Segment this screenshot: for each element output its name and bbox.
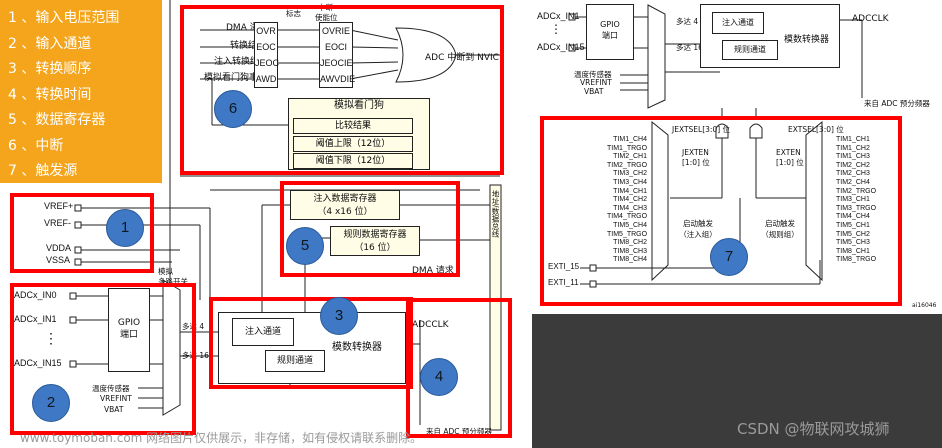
legend-item-conversion-order: 3 、转换顺序	[8, 61, 92, 77]
watermark-text: www.toymoban.com 网络图片仅供展示，非存储，如有侵权请联系删除。	[20, 431, 423, 445]
legend-item-input-channels: 2 、输入通道	[8, 35, 92, 52]
overview-vrefint: VREFINT	[580, 78, 612, 87]
overview-converter-title: 模数转换器	[784, 35, 830, 45]
figure-id-label: ai16046	[912, 302, 937, 309]
legend-item-trigger-source: 7 、触发源	[8, 163, 78, 179]
overview-adcclk: ADCCLK	[852, 14, 889, 24]
legend-panel: 1 、输入电压范围 2 、输入通道 3 、转换顺序 4 、转换时间 5 、数据寄…	[0, 0, 162, 183]
overview-adcx-in15: ADCx_IN15	[537, 42, 585, 52]
badge-7: 7	[710, 238, 748, 276]
legend-item-conversion-time: 4 、转换时间	[8, 86, 92, 103]
overview-up-to-4: 多达 4	[676, 17, 699, 26]
legend-item-interrupts: 6 、中断	[8, 137, 64, 154]
overview-gpio-box: GPIO 端口	[586, 4, 634, 60]
badge-5: 5	[286, 227, 324, 265]
zone-trigger-source	[540, 116, 902, 306]
legend-item-voltage-range: 1 、输入电压范围	[8, 10, 120, 26]
badge-4: 4	[420, 358, 458, 396]
overview-vbat: VBAT	[584, 87, 604, 96]
overview-injected-channel: 注入通道	[712, 12, 764, 34]
overview-up-to-16: 多达 16	[676, 43, 703, 52]
badge-2: 2	[32, 384, 70, 422]
overview-gpio-port-label: 端口	[602, 31, 618, 40]
overview-adcx-in1: ADCx_IN1	[537, 11, 580, 21]
overview-ellipsis: ⋮	[550, 22, 562, 36]
badge-6: 6	[214, 90, 252, 128]
address-data-bus-label: 地址/数据总线	[491, 190, 500, 238]
overview-gpio-label: GPIO	[600, 20, 620, 29]
legend-item-data-registers: 5 、数据寄存器	[8, 112, 106, 128]
zone-conversion-order	[209, 297, 413, 389]
overview-regular-channel: 规则通道	[722, 40, 778, 60]
badge-1: 1	[106, 209, 144, 247]
csdn-credit: CSDN @物联网攻城狮	[737, 420, 890, 438]
overview-prescaler: 来自 ADC 预分频器	[864, 99, 930, 108]
badge-3: 3	[320, 297, 358, 335]
